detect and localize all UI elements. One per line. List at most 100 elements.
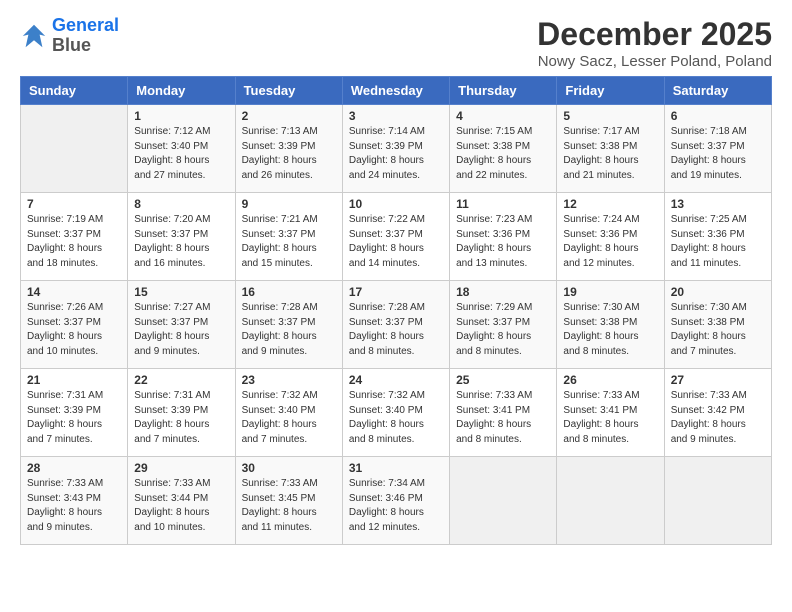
day-number: 31 (349, 461, 443, 475)
calendar-cell: 29 Sunrise: 7:33 AMSunset: 3:44 PMDayligh… (128, 457, 235, 545)
day-info: Sunrise: 7:33 AMSunset: 3:43 PMDaylight:… (27, 477, 121, 535)
day-info: Sunrise: 7:19 AMSunset: 3:37 PMDaylight:… (27, 213, 121, 271)
day-info: Sunrise: 7:29 AMSunset: 3:37 PMDaylight:… (456, 301, 550, 359)
day-info: Sunrise: 7:28 AMSunset: 3:37 PMDaylight:… (242, 301, 336, 359)
calendar-cell (450, 457, 557, 545)
calendar-cell: 24Sunrise: 7:32 AMSunset: 3:40 PMDayligh… (342, 369, 449, 457)
day-info: Sunrise: 7:31 AMSunset: 3:39 PMDaylight:… (134, 389, 228, 447)
day-number: 30 (242, 461, 336, 475)
calendar-cell: 25 Sunrise: 7:33 AMSunset: 3:41 PMDayligh… (450, 369, 557, 457)
title-block: December 2025 Nowy Sacz, Lesser Poland, … (537, 16, 772, 70)
calendar-cell: 1Sunrise: 7:12 AMSunset: 3:40 PMDaylight… (128, 105, 235, 193)
day-number: 12 (563, 197, 657, 211)
calendar-table: SundayMondayTuesdayWednesdayThursdayFrid… (20, 76, 772, 545)
calendar-week-row: 7 Sunrise: 7:19 AMSunset: 3:37 PMDaylight… (21, 193, 772, 281)
calendar-header-row: SundayMondayTuesdayWednesdayThursdayFrid… (21, 77, 772, 105)
day-number: 7 (27, 197, 121, 211)
day-info: Sunrise: 7:28 AMSunset: 3:37 PMDaylight:… (349, 301, 443, 359)
day-number: 10 (349, 197, 443, 211)
calendar-cell: 7 Sunrise: 7:19 AMSunset: 3:37 PMDaylight… (21, 193, 128, 281)
day-info: Sunrise: 7:21 AMSunset: 3:37 PMDaylight:… (242, 213, 336, 271)
calendar-cell: 12Sunrise: 7:24 AMSunset: 3:36 PMDayligh… (557, 193, 664, 281)
calendar-cell: 26Sunrise: 7:33 AMSunset: 3:41 PMDayligh… (557, 369, 664, 457)
day-number: 22 (134, 373, 228, 387)
calendar-cell: 28 Sunrise: 7:33 AMSunset: 3:43 PMDayligh… (21, 457, 128, 545)
day-number: 15 (134, 285, 228, 299)
calendar-week-row: 14 Sunrise: 7:26 AMSunset: 3:37 PMDayligh… (21, 281, 772, 369)
day-number: 5 (563, 109, 657, 123)
header-sunday: Sunday (21, 77, 128, 105)
calendar-cell: 2Sunrise: 7:13 AMSunset: 3:39 PMDaylight… (235, 105, 342, 193)
calendar-cell: 20Sunrise: 7:30 AMSunset: 3:38 PMDayligh… (664, 281, 771, 369)
day-info: Sunrise: 7:33 AMSunset: 3:44 PMDaylight:… (134, 477, 228, 535)
header-monday: Monday (128, 77, 235, 105)
day-info: Sunrise: 7:18 AMSunset: 3:37 PMDaylight:… (671, 125, 765, 183)
day-number: 21 (27, 373, 121, 387)
logo-icon (20, 22, 48, 50)
calendar-cell: 27 Sunrise: 7:33 AMSunset: 3:42 PMDayligh… (664, 369, 771, 457)
calendar-cell: 17 Sunrise: 7:28 AMSunset: 3:37 PMDayligh… (342, 281, 449, 369)
calendar-cell: 31 Sunrise: 7:34 AMSunset: 3:46 PMDayligh… (342, 457, 449, 545)
calendar-cell: 30 Sunrise: 7:33 AMSunset: 3:45 PMDayligh… (235, 457, 342, 545)
day-info: Sunrise: 7:31 AMSunset: 3:39 PMDaylight:… (27, 389, 121, 447)
header-friday: Friday (557, 77, 664, 105)
day-number: 9 (242, 197, 336, 211)
logo: GeneralBlue (20, 16, 119, 56)
header-thursday: Thursday (450, 77, 557, 105)
day-info: Sunrise: 7:33 AMSunset: 3:42 PMDaylight:… (671, 389, 765, 447)
day-number: 18 (456, 285, 550, 299)
day-number: 17 (349, 285, 443, 299)
day-info: Sunrise: 7:17 AMSunset: 3:38 PMDaylight:… (563, 125, 657, 183)
calendar-cell (664, 457, 771, 545)
header-saturday: Saturday (664, 77, 771, 105)
day-number: 26 (563, 373, 657, 387)
day-number: 6 (671, 109, 765, 123)
calendar-cell: 3 Sunrise: 7:14 AMSunset: 3:39 PMDaylight… (342, 105, 449, 193)
logo-text: GeneralBlue (52, 16, 119, 56)
calendar-week-row: 1Sunrise: 7:12 AMSunset: 3:40 PMDaylight… (21, 105, 772, 193)
calendar-cell: 15 Sunrise: 7:27 AMSunset: 3:37 PMDayligh… (128, 281, 235, 369)
day-number: 8 (134, 197, 228, 211)
page-subtitle: Nowy Sacz, Lesser Poland, Poland (537, 53, 772, 70)
day-info: Sunrise: 7:13 AMSunset: 3:39 PMDaylight:… (242, 125, 336, 183)
day-number: 27 (671, 373, 765, 387)
day-number: 13 (671, 197, 765, 211)
day-info: Sunrise: 7:15 AMSunset: 3:38 PMDaylight:… (456, 125, 550, 183)
calendar-cell: 8Sunrise: 7:20 AMSunset: 3:37 PMDaylight… (128, 193, 235, 281)
calendar-cell: 5 Sunrise: 7:17 AMSunset: 3:38 PMDaylight… (557, 105, 664, 193)
calendar-cell: 6 Sunrise: 7:18 AMSunset: 3:37 PMDaylight… (664, 105, 771, 193)
day-number: 29 (134, 461, 228, 475)
day-number: 14 (27, 285, 121, 299)
calendar-week-row: 21 Sunrise: 7:31 AMSunset: 3:39 PMDayligh… (21, 369, 772, 457)
day-info: Sunrise: 7:27 AMSunset: 3:37 PMDaylight:… (134, 301, 228, 359)
day-info: Sunrise: 7:32 AMSunset: 3:40 PMDaylight:… (349, 389, 443, 447)
day-number: 28 (27, 461, 121, 475)
calendar-cell: 21 Sunrise: 7:31 AMSunset: 3:39 PMDayligh… (21, 369, 128, 457)
day-info: Sunrise: 7:25 AMSunset: 3:36 PMDaylight:… (671, 213, 765, 271)
day-info: Sunrise: 7:26 AMSunset: 3:37 PMDaylight:… (27, 301, 121, 359)
day-number: 3 (349, 109, 443, 123)
page-title: December 2025 (537, 16, 772, 53)
calendar-cell: 19Sunrise: 7:30 AMSunset: 3:38 PMDayligh… (557, 281, 664, 369)
calendar-cell (557, 457, 664, 545)
calendar-cell: 18 Sunrise: 7:29 AMSunset: 3:37 PMDayligh… (450, 281, 557, 369)
day-number: 23 (242, 373, 336, 387)
day-info: Sunrise: 7:33 AMSunset: 3:41 PMDaylight:… (456, 389, 550, 447)
day-info: Sunrise: 7:33 AMSunset: 3:45 PMDaylight:… (242, 477, 336, 535)
page-header: GeneralBlue December 2025 Nowy Sacz, Les… (20, 16, 772, 70)
calendar-cell: 4Sunrise: 7:15 AMSunset: 3:38 PMDaylight… (450, 105, 557, 193)
calendar-cell: 14 Sunrise: 7:26 AMSunset: 3:37 PMDayligh… (21, 281, 128, 369)
day-number: 19 (563, 285, 657, 299)
day-number: 20 (671, 285, 765, 299)
calendar-cell: 22 Sunrise: 7:31 AMSunset: 3:39 PMDayligh… (128, 369, 235, 457)
day-info: Sunrise: 7:14 AMSunset: 3:39 PMDaylight:… (349, 125, 443, 183)
day-info: Sunrise: 7:34 AMSunset: 3:46 PMDaylight:… (349, 477, 443, 535)
day-number: 25 (456, 373, 550, 387)
calendar-week-row: 28 Sunrise: 7:33 AMSunset: 3:43 PMDayligh… (21, 457, 772, 545)
day-info: Sunrise: 7:23 AMSunset: 3:36 PMDaylight:… (456, 213, 550, 271)
header-tuesday: Tuesday (235, 77, 342, 105)
calendar-cell: 23Sunrise: 7:32 AMSunset: 3:40 PMDayligh… (235, 369, 342, 457)
calendar-cell: 9 Sunrise: 7:21 AMSunset: 3:37 PMDaylight… (235, 193, 342, 281)
day-info: Sunrise: 7:12 AMSunset: 3:40 PMDaylight:… (134, 125, 228, 183)
day-number: 11 (456, 197, 550, 211)
